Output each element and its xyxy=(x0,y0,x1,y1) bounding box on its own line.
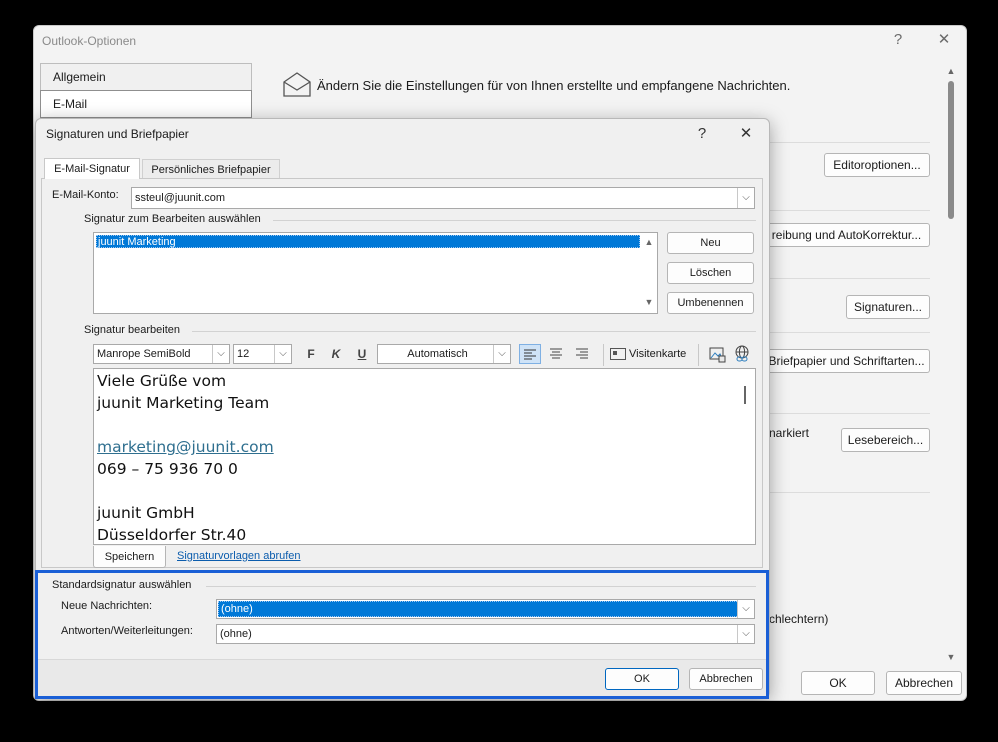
default-signature-label: Standardsignatur auswählen xyxy=(52,579,192,591)
separator xyxy=(698,344,699,366)
business-card-label: Visitenkarte xyxy=(629,348,687,360)
edit-signature-label: Signatur bearbeiten xyxy=(84,324,181,336)
signature-templates-link[interactable]: Signaturvorlagen abrufen xyxy=(177,550,301,562)
window-title: Outlook-Optionen xyxy=(42,34,137,48)
font-size-value: 12 xyxy=(237,348,250,360)
editor-line: Düsseldorfer Str.40 xyxy=(97,526,247,544)
select-signature-label: Signatur zum Bearbeiten auswählen xyxy=(84,213,261,225)
font-size-select[interactable]: 12 ⌵ xyxy=(233,344,292,364)
editor-line: Viele Grüße vom xyxy=(97,372,227,390)
stationery-fonts-button[interactable]: Briefpapier und Schriftarten... xyxy=(764,349,930,373)
separator xyxy=(764,210,930,211)
chevron-down-icon: ⌵ xyxy=(737,188,754,208)
editor-email-link[interactable]: marketing@juunit.com xyxy=(97,436,274,458)
account-label: E-Mail-Konto: xyxy=(52,189,119,201)
insert-hyperlink-icon[interactable] xyxy=(732,344,752,364)
new-messages-select[interactable]: (ohne) ⌵ xyxy=(216,599,755,619)
scroll-up-arrow[interactable]: ▲ xyxy=(944,66,958,76)
list-item[interactable]: juunit Marketing xyxy=(96,235,640,248)
scroll-down-arrow[interactable]: ▼ xyxy=(642,297,656,307)
replies-label: Antworten/Weiterleitungen: xyxy=(61,625,193,637)
separator xyxy=(764,413,930,414)
bold-button[interactable]: F xyxy=(302,344,320,364)
editor-line: juunit GmbH xyxy=(97,504,195,522)
email-header-text: Ändern Sie die Einstellungen für von Ihn… xyxy=(317,78,791,93)
chevron-down-icon: ⌵ xyxy=(212,345,229,363)
close-button[interactable]: ✕ xyxy=(932,28,956,52)
delete-signature-button[interactable]: Löschen xyxy=(667,262,754,284)
new-messages-label: Neue Nachrichten: xyxy=(61,600,153,612)
signature-editor[interactable]: Viele Grüße vom juunit Marketing Team ma… xyxy=(93,368,756,545)
new-messages-value: (ohne) xyxy=(218,601,739,617)
envelope-icon xyxy=(282,70,312,98)
scrollbar-thumb[interactable] xyxy=(948,81,954,219)
marked-text: narkiert xyxy=(769,426,810,440)
editor-content: Viele Grüße vom juunit Marketing Team ma… xyxy=(97,370,274,544)
separator xyxy=(764,492,930,493)
scroll-up-arrow[interactable]: ▲ xyxy=(642,237,656,247)
business-card-icon xyxy=(610,348,626,360)
tab-personal-stationery[interactable]: Persönliches Briefpapier xyxy=(142,159,280,178)
signatures-button[interactable]: Signaturen... xyxy=(846,295,930,319)
font-color-select[interactable]: Automatisch ⌵ xyxy=(377,344,511,364)
separator xyxy=(764,278,930,279)
signatures-dialog: Signaturen und Briefpapier ? ✕ E-Mail-Si… xyxy=(35,118,770,698)
separator xyxy=(764,142,930,143)
reading-pane-button[interactable]: Lesebereich... xyxy=(841,428,930,452)
font-name-value: Manrope SemiBold xyxy=(97,348,191,360)
align-center-icon[interactable] xyxy=(546,344,568,364)
editor-scrollbar-thumb[interactable] xyxy=(744,386,746,404)
tab-email-signature[interactable]: E-Mail-Signatur xyxy=(44,158,140,179)
dialog-close-button[interactable]: ✕ xyxy=(734,122,758,146)
replies-value: (ohne) xyxy=(220,628,252,640)
nav-item-general[interactable]: Allgemein xyxy=(40,63,252,91)
separator xyxy=(603,344,604,366)
worsen-text: chlechtern) xyxy=(769,612,829,626)
help-button[interactable]: ? xyxy=(886,28,910,52)
account-value: ssteul@juunit.com xyxy=(135,192,226,204)
new-signature-button[interactable]: Neu xyxy=(667,232,754,254)
separator xyxy=(192,331,756,332)
font-color-value: Automatisch xyxy=(407,348,468,360)
nav-item-email[interactable]: E-Mail xyxy=(40,90,252,118)
business-card-button[interactable]: Visitenkarte xyxy=(610,344,686,364)
account-select[interactable]: ssteul@juunit.com ⌵ xyxy=(131,187,755,209)
dialog-ok-button[interactable]: OK xyxy=(605,668,679,690)
rename-signature-button[interactable]: Umbenennen xyxy=(667,292,754,314)
chevron-down-icon: ⌵ xyxy=(493,345,510,363)
scroll-down-arrow[interactable]: ▼ xyxy=(944,652,958,662)
font-name-select[interactable]: Manrope SemiBold ⌵ xyxy=(93,344,230,364)
underline-button[interactable]: U xyxy=(353,344,371,364)
outer-ok-button[interactable]: OK xyxy=(801,671,875,695)
editor-line: 069 – 75 936 70 0 xyxy=(97,460,238,478)
spelling-autocorrect-button[interactable]: reibung und AutoKorrektur... xyxy=(764,223,930,247)
save-signature-button[interactable]: Speichern xyxy=(93,546,166,568)
chevron-down-icon: ⌵ xyxy=(737,600,754,618)
separator xyxy=(764,332,930,333)
separator xyxy=(273,220,756,221)
align-left-icon[interactable] xyxy=(519,344,541,364)
dialog-title: Signaturen und Briefpapier xyxy=(46,127,189,141)
insert-picture-icon[interactable] xyxy=(707,344,727,364)
replies-select[interactable]: (ohne) ⌵ xyxy=(216,624,755,644)
editor-options-button[interactable]: Editoroptionen... xyxy=(824,153,930,177)
dialog-cancel-button[interactable]: Abbrechen xyxy=(689,668,763,690)
italic-button[interactable]: K xyxy=(327,344,345,364)
chevron-down-icon: ⌵ xyxy=(737,625,754,643)
dialog-help-button[interactable]: ? xyxy=(690,122,714,146)
chevron-down-icon: ⌵ xyxy=(274,345,291,363)
separator xyxy=(206,586,756,587)
outer-cancel-button[interactable]: Abbrechen xyxy=(886,671,962,695)
editor-line: juunit Marketing Team xyxy=(97,394,270,412)
signature-list[interactable]: juunit Marketing ▲ ▼ xyxy=(93,232,658,314)
align-right-icon[interactable] xyxy=(572,344,594,364)
